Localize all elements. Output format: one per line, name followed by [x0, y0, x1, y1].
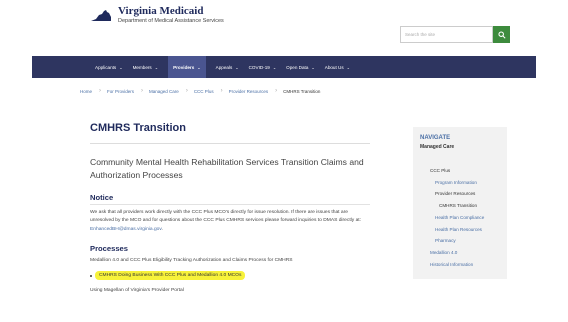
search-input[interactable]: [400, 26, 493, 43]
sidebar-list: CCC Plus Program Information Provider Re…: [420, 165, 500, 270]
chevron-right-icon: ›: [141, 88, 144, 94]
nav-item-applicants[interactable]: Applicants ⌄: [95, 56, 123, 78]
site-header: Virginia Medicaid Department of Medical …: [0, 0, 568, 55]
search-icon: [497, 30, 506, 39]
page-title: CMHRS Transition: [90, 122, 186, 134]
site-logo[interactable]: Virginia Medicaid Department of Medical …: [90, 6, 224, 25]
chevron-right-icon: ›: [220, 88, 223, 94]
chevron-down-icon: ⌄: [235, 64, 239, 70]
chevron-right-icon: ›: [275, 88, 278, 94]
processes-text: Medallion 4.0 and CCC Plus Eligibility T…: [90, 258, 293, 264]
doing-business-link[interactable]: CMHRS Doing Business With CCC Plus and M…: [95, 271, 246, 281]
notice-heading: Notice: [90, 193, 114, 202]
bullet-dot: [90, 274, 92, 277]
breadcrumb-current: CMHRS Transition: [283, 88, 321, 94]
chevron-down-icon: ⌄: [154, 64, 159, 70]
chevron-down-icon: ⌄: [119, 64, 123, 70]
breadcrumb: Home › For Providers › Managed Care › CCC P…: [80, 85, 326, 97]
sidebar-item-ccc-plus[interactable]: CCC Plus: [430, 165, 500, 177]
sidebar-subheading: Managed Care: [420, 144, 455, 150]
virginia-map-icon: [91, 9, 111, 21]
chevron-down-icon: ⌄: [311, 64, 315, 70]
processes-heading: Processes: [90, 244, 128, 254]
site-search: [400, 26, 510, 43]
sidebar-item-medallion-4[interactable]: Medallion 4.0: [430, 247, 500, 259]
magellan-portal-text: Using Magellan of Virginia's Provider Po…: [90, 288, 184, 294]
breadcrumb-for-providers[interactable]: For Providers ›: [107, 88, 143, 94]
nav-item-providers[interactable]: Providers ⌄: [168, 56, 206, 78]
main-nav: Applicants ⌄ Members ⌄ Providers ⌄ Appeals ⌄…: [32, 56, 536, 78]
breadcrumb-provider-resources[interactable]: Provider Resources ›: [229, 88, 278, 94]
sidebar-box: NAVIGATE Managed Care CCC Plus Program I…: [413, 127, 507, 280]
page-subtitle: Community Mental Health Rehabilitation S…: [90, 157, 364, 180]
chevron-right-icon: ›: [99, 88, 102, 94]
main-content: CMHRS Transition Community Mental Health…: [90, 122, 370, 293]
sidebar-heading: NAVIGATE: [420, 135, 451, 141]
chevron-down-icon: ⌄: [346, 64, 351, 70]
list-item: CMHRS Doing Business With CCC Plus and M…: [90, 271, 370, 281]
nav-item-open-data[interactable]: Open Data ⌄: [286, 56, 315, 78]
breadcrumb-home[interactable]: Home ›: [80, 88, 101, 94]
notice-text: We ask that all providers work directly …: [90, 210, 362, 224]
sidebar-item-cmhrs-transition[interactable]: CMHRS Transition: [430, 200, 500, 212]
title-divider: [90, 143, 370, 144]
sidebar-navigate: NAVIGATE Managed Care CCC Plus Program I…: [413, 127, 507, 280]
notice-tail: .: [161, 226, 163, 232]
sidebar-item-historical-information[interactable]: Historical Information: [430, 259, 500, 271]
search-button[interactable]: [493, 26, 510, 43]
notice-divider: [90, 204, 370, 205]
nav-item-members[interactable]: Members ⌄: [133, 56, 159, 78]
logo-title: Virginia Medicaid: [118, 5, 204, 17]
nav-item-covid-19[interactable]: COVID-19 ⌄: [249, 56, 277, 78]
notice-paragraph: We ask that all providers work directly …: [90, 209, 370, 234]
nav-item-appeals[interactable]: Appeals ⌄: [216, 56, 239, 78]
breadcrumb-managed-care[interactable]: Managed Care ›: [149, 88, 188, 94]
sidebar-item-program-information[interactable]: Program Information: [430, 177, 500, 189]
nav-item-about-us[interactable]: About Us ⌄: [325, 56, 350, 78]
chevron-right-icon: ›: [185, 88, 188, 94]
sidebar-item-pharmacy[interactable]: Pharmacy: [430, 235, 500, 247]
sidebar-item-health-plan-compliance[interactable]: Health Plan Compliance: [430, 212, 500, 224]
chevron-down-icon: ⌄: [272, 64, 277, 70]
sidebar-item-health-plan-resources[interactable]: Health Plan Resources: [430, 224, 500, 236]
chevron-down-icon: ⌄: [197, 64, 201, 70]
sidebar-item-provider-resources[interactable]: Provider Resources: [430, 188, 500, 200]
notice-email-link[interactable]: EnhancedBH@dmas.virginia.gov: [90, 227, 161, 232]
breadcrumb-ccc-plus[interactable]: CCC Plus ›: [194, 88, 223, 94]
logo-subtitle: Department of Medical Assistance Service…: [118, 18, 224, 24]
